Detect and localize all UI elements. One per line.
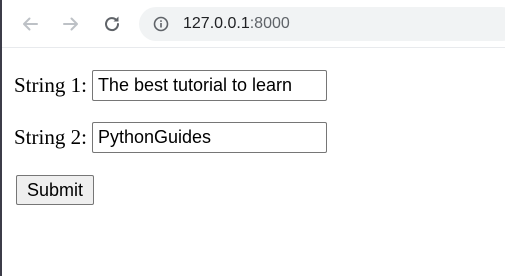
address-bar[interactable]: 127.0.0.1:8000 — [139, 7, 505, 41]
reload-button[interactable] — [100, 12, 124, 36]
info-circle-icon[interactable] — [153, 16, 169, 32]
string2-input[interactable] — [91, 122, 327, 153]
arrow-right-icon — [61, 14, 81, 34]
forward-button[interactable] — [59, 12, 83, 36]
string1-input[interactable] — [91, 70, 327, 101]
reload-icon — [102, 14, 122, 34]
address-port: :8000 — [249, 15, 290, 32]
string1-row: String 1: — [14, 70, 327, 101]
string1-label: String 1: — [14, 73, 87, 97]
browser-window: 127.0.0.1:8000 String 1: String 2: Submi… — [0, 0, 505, 276]
back-button[interactable] — [18, 12, 42, 36]
string2-label: String 2: — [14, 125, 87, 149]
address-host: 127.0.0.1 — [183, 15, 250, 32]
address-url: 127.0.0.1:8000 — [183, 15, 290, 33]
browser-toolbar: 127.0.0.1:8000 — [2, 0, 505, 48]
arrow-left-icon — [20, 14, 40, 34]
string2-row: String 2: — [14, 122, 327, 153]
submit-button[interactable]: Submit — [16, 175, 95, 205]
